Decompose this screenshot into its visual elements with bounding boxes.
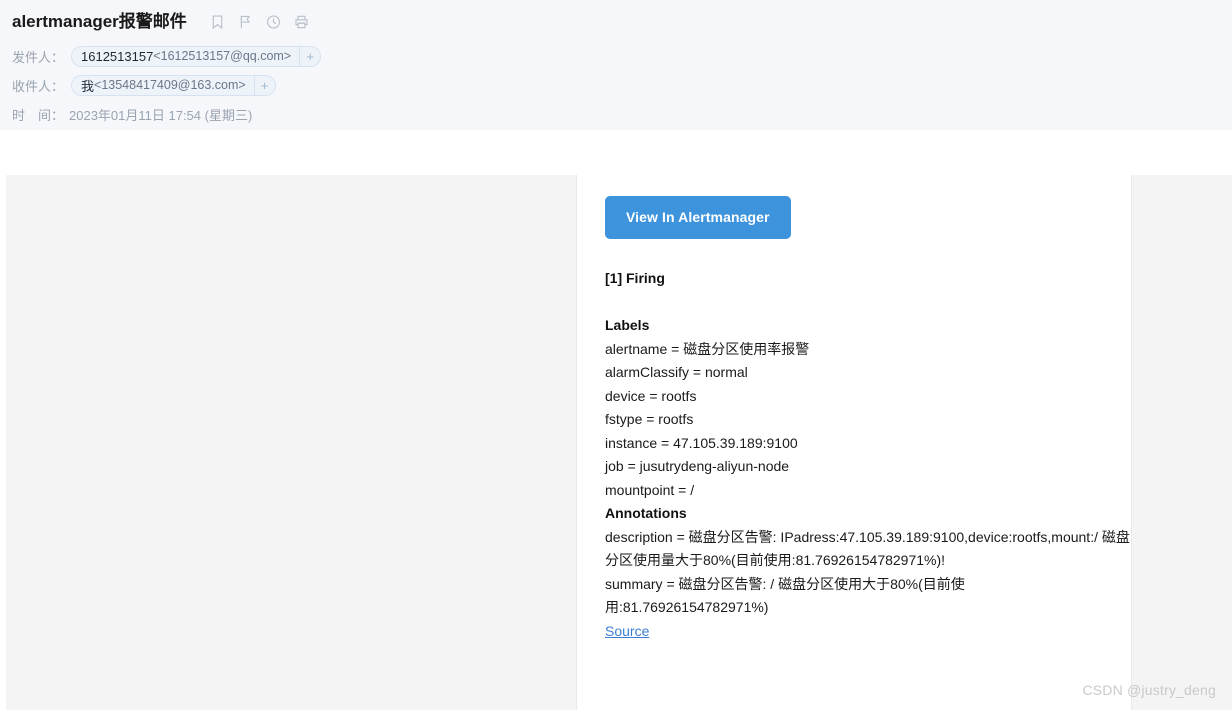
recipient-chip-address: <13548417409@163.com> — [94, 78, 246, 92]
recipient-label: 收件人： — [12, 78, 65, 94]
label-item: fstype = rootfs — [605, 411, 694, 427]
annotations-list: description = 磁盘分区告警: IPadress:47.105.39… — [605, 526, 1132, 620]
flag-icon[interactable] — [238, 14, 253, 30]
annotation-item: summary = 磁盘分区告警: / 磁盘分区使用大于80%(目前使用:81.… — [605, 575, 965, 616]
recipient-row: 收件人： 我 <13548417409@163.com> + — [12, 74, 276, 96]
time-row: 时 间： 2023年01月11日 17:54 (星期三) — [12, 103, 252, 125]
print-icon[interactable] — [294, 14, 309, 30]
sender-chip-address: <1612513157@qq.com> — [153, 49, 292, 63]
page-title: alertmanager报警邮件 — [12, 12, 187, 31]
labels-list: alertname = 磁盘分区使用率报警 alarmClassify = no… — [605, 338, 1132, 503]
label-item: alertname = 磁盘分区使用率报警 — [605, 340, 810, 357]
annotation-item: description = 磁盘分区告警: IPadress:47.105.39… — [605, 528, 1130, 569]
header-icon-group — [210, 14, 309, 30]
time-label: 时 间： — [12, 107, 65, 123]
labels-heading: Labels — [605, 317, 650, 333]
clock-icon[interactable] — [266, 14, 281, 30]
source-link[interactable]: Source — [605, 620, 649, 644]
firing-heading: [1] Firing — [605, 270, 665, 286]
mail-body-content: View In Alertmanager [1] Firing Labels a… — [605, 196, 1132, 643]
view-in-alertmanager-button[interactable]: View In Alertmanager — [605, 196, 791, 239]
label-item: mountpoint = / — [605, 481, 695, 498]
mail-header: alertmanager报警邮件 发件人： 1612513157 <161251… — [0, 0, 1232, 130]
recipient-chip[interactable]: 我 <13548417409@163.com> + — [71, 74, 276, 96]
recipient-chip-name: 我 — [81, 78, 95, 94]
label-item: device = rootfs — [605, 387, 697, 404]
label-item: instance = 47.105.39.189:9100 — [605, 434, 798, 451]
recipient-add-button[interactable]: + — [253, 75, 275, 95]
subject-row: alertmanager报警邮件 — [12, 11, 309, 33]
bookmark-icon[interactable] — [210, 14, 225, 30]
sender-chip-text: 1612513157 <1612513157@qq.com> — [72, 47, 299, 66]
sender-chip[interactable]: 1612513157 <1612513157@qq.com> + — [71, 45, 322, 67]
label-item: job = jusutrydeng-aliyun-node — [605, 458, 790, 474]
sender-row: 发件人： 1612513157 <1612513157@qq.com> + — [12, 45, 322, 67]
sender-chip-name: 1612513157 — [81, 48, 154, 64]
recipient-chip-text: 我 <13548417409@163.com> — [72, 76, 254, 95]
watermark: CSDN @justry_deng — [1082, 682, 1216, 698]
email-viewer: alertmanager报警邮件 发件人： 1612513157 <161251… — [0, 0, 1232, 710]
sender-label: 发件人： — [12, 49, 65, 65]
time-value: 2023年01月11日 17:54 (星期三) — [69, 107, 253, 123]
annotations-heading: Annotations — [605, 505, 687, 521]
label-item: alarmClassify = normal — [605, 364, 748, 380]
sender-add-button[interactable]: + — [299, 46, 320, 66]
